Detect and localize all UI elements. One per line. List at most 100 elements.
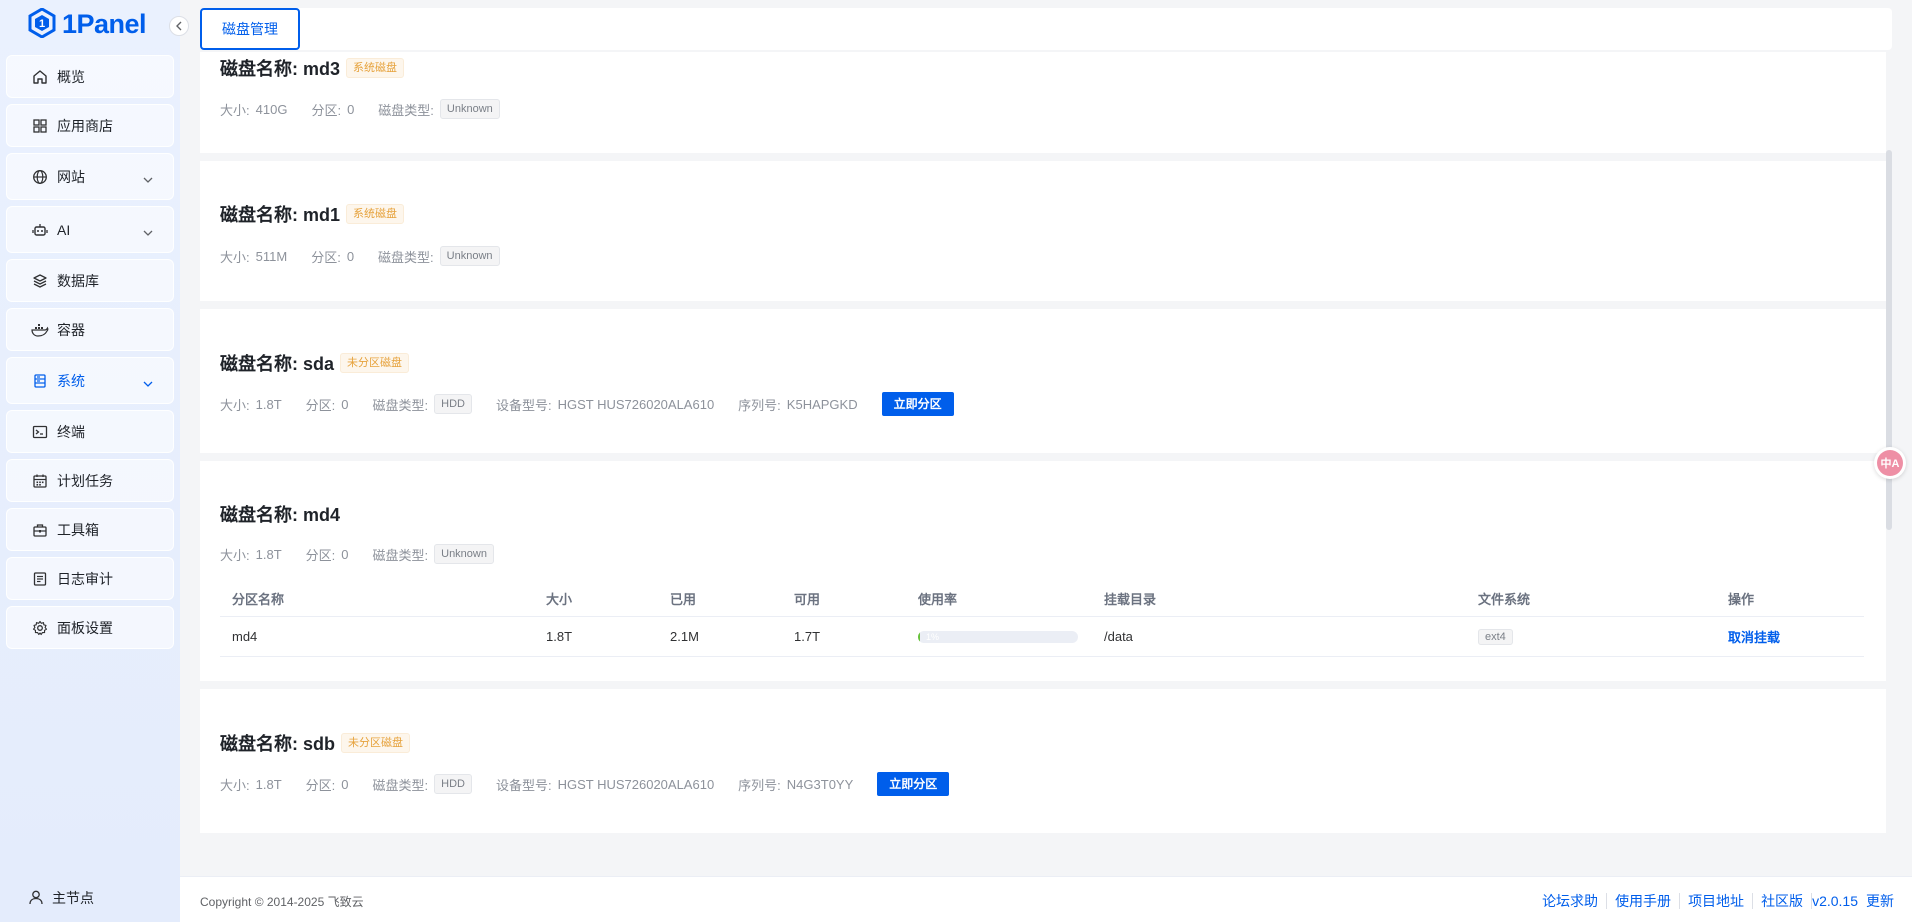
- disk-info: 大小: 511M 分区: 0 磁盘类型: Unknown: [220, 246, 524, 266]
- column-header: 大小: [546, 592, 573, 607]
- calendar-icon: [31, 472, 49, 490]
- sidebar-item-label: 概览: [57, 68, 85, 85]
- disk-title-text: 磁盘名称: md3: [220, 59, 341, 79]
- unpartitioned-disk-badge: 未分区磁盘: [340, 353, 410, 373]
- translate-button[interactable]: 中A: [1874, 447, 1906, 479]
- disk-title: 磁盘名称: md4: [220, 501, 340, 527]
- column-header: 可用: [794, 592, 821, 607]
- layers-icon: [31, 272, 49, 290]
- home-icon: [31, 68, 49, 86]
- sidebar-menu: 概览 应用商店 网站 AI 数据库 容器 系统 终端 计划任务 工具箱 日志审计…: [6, 55, 174, 655]
- collapse-sidebar-button[interactable]: [169, 16, 189, 36]
- disk-type-tag: Unknown: [434, 544, 494, 564]
- disk-info: 大小: 410G 分区: 0 磁盘类型: Unknown: [220, 99, 524, 119]
- disk-type-tag: HDD: [434, 774, 472, 794]
- node-switcher[interactable]: 主节点: [28, 888, 94, 908]
- size-label: 大小:: [220, 102, 250, 118]
- docker-icon: [31, 321, 49, 339]
- gear-icon: [31, 619, 49, 637]
- sidebar-item-terminal[interactable]: 终端: [6, 410, 174, 453]
- sidebar-item-overview[interactable]: 概览: [6, 55, 174, 98]
- sidebar-item-label: 终端: [57, 423, 85, 440]
- manual-link[interactable]: 使用手册: [1607, 893, 1681, 909]
- usage-progress-bar: 1%: [918, 630, 1078, 643]
- sidebar-item-system[interactable]: 系统: [6, 357, 174, 404]
- partition-label: 分区:: [305, 547, 336, 563]
- sidebar-item-label: 计划任务: [57, 472, 113, 489]
- sidebar-item-label: 系统: [57, 372, 85, 389]
- disk-title-text: 磁盘名称: md1: [220, 205, 341, 225]
- forum-link[interactable]: 论坛求助: [1534, 893, 1608, 909]
- disk-title: 磁盘名称: sdb 未分区磁盘: [220, 730, 410, 756]
- sidebar-item-label: 工具箱: [57, 521, 99, 538]
- logo[interactable]: 1 1Panel: [28, 6, 147, 40]
- filesystem-tag: ext4: [1478, 629, 1513, 645]
- column-header: 文件系统: [1478, 592, 1531, 607]
- sidebar-item-toolbox[interactable]: 工具箱: [6, 508, 174, 551]
- sidebar-item-log-audit[interactable]: 日志审计: [6, 557, 174, 600]
- partition-value: 0: [346, 248, 355, 264]
- partition-value: 0: [341, 546, 349, 562]
- disk-info: 大小: 1.8T 分区: 0 磁盘类型: HDD 设备型号: HGST HUS72602…: [220, 392, 954, 416]
- sidebar-item-label: 网站: [57, 168, 85, 185]
- footer: Copyright © 2014-2025 飞致云 论坛求助 使用手册 项目地址…: [180, 876, 1912, 922]
- sidebar-item-container[interactable]: 容器: [6, 308, 174, 351]
- sidebar-item-app-store[interactable]: 应用商店: [6, 104, 174, 147]
- partition-value: 0: [341, 776, 349, 792]
- partition-name: md4: [232, 629, 258, 644]
- size-value: 1.8T: [255, 396, 282, 412]
- sidebar-item-website[interactable]: 网站: [6, 153, 174, 200]
- partition-now-button[interactable]: 立即分区: [877, 772, 950, 796]
- update-link[interactable]: 更新: [1866, 891, 1894, 911]
- sidebar-item-ai[interactable]: AI: [6, 206, 174, 253]
- disk-type-label: 磁盘类型:: [378, 249, 434, 265]
- sidebar-item-label: 日志审计: [57, 570, 113, 587]
- disk-title-text: 磁盘名称: sda: [220, 354, 335, 374]
- model-value: HGST HUS726020ALA610: [557, 396, 715, 412]
- sidebar-item-label: 数据库: [57, 272, 99, 289]
- serial-value: N4G3T0YY: [786, 776, 854, 792]
- version-link[interactable]: v2.0.15: [1812, 893, 1858, 909]
- translate-icon: 中A: [1877, 450, 1903, 476]
- disk-type-label: 磁盘类型:: [378, 102, 434, 118]
- terminal-icon: [31, 423, 49, 441]
- sidebar-item-database[interactable]: 数据库: [6, 259, 174, 302]
- column-header: 挂载目录: [1104, 592, 1157, 607]
- disk-title-text: 磁盘名称: sdb: [220, 734, 335, 754]
- disk-info: 大小: 1.8T 分区: 0 磁盘类型: HDD 设备型号: HGST HUS72602…: [220, 772, 950, 796]
- log-icon: [31, 570, 49, 588]
- content-scrollbar[interactable]: [1886, 150, 1892, 840]
- node-label: 主节点: [52, 890, 94, 906]
- grid-icon: [31, 117, 49, 135]
- disk-title: 磁盘名称: md1 系统磁盘: [220, 201, 405, 227]
- partition-label: 分区:: [305, 397, 336, 413]
- disk-type-tag: Unknown: [439, 99, 500, 119]
- partition-available: 1.7T: [794, 629, 821, 644]
- disk-title: 磁盘名称: md3 系统磁盘: [220, 55, 405, 81]
- partition-table: 分区名称 大小 已用 可用 使用率 挂载目录 文件系统 操作 md4 1.8T …: [220, 581, 1864, 657]
- size-label: 大小:: [220, 397, 250, 413]
- sidebar-item-panel-settings[interactable]: 面板设置: [6, 606, 174, 649]
- edition-link[interactable]: 社区版: [1753, 893, 1813, 909]
- user-icon: [28, 889, 44, 908]
- model-label: 设备型号:: [495, 777, 552, 793]
- robot-icon: [31, 221, 49, 239]
- action-cell: 取消挂载: [1716, 627, 1864, 646]
- disk-card-md1: 磁盘名称: md1 系统磁盘 大小: 511M 分区: 0 磁盘类型: Unknown: [200, 161, 1886, 301]
- globe-icon: [31, 168, 49, 186]
- sidebar-item-cron[interactable]: 计划任务: [6, 459, 174, 502]
- server-icon: [31, 372, 49, 390]
- sidebar: 1 1Panel 概览 应用商店 网站 AI 数据库 容器 系统 终端 计划任务…: [0, 0, 189, 922]
- mount-path: /data: [1104, 629, 1133, 644]
- tab-disk-management[interactable]: 磁盘管理: [200, 8, 300, 50]
- size-value: 410G: [255, 101, 288, 117]
- copyright: Copyright © 2014-2025 飞致云: [200, 895, 364, 909]
- partition-now-button[interactable]: 立即分区: [881, 392, 954, 416]
- partition-size: 1.8T: [546, 629, 573, 644]
- project-link[interactable]: 项目地址: [1680, 893, 1754, 909]
- column-header: 使用率: [918, 592, 958, 607]
- disk-card-md3: 磁盘名称: md3 系统磁盘 大小: 410G 分区: 0 磁盘类型: Unknown: [200, 52, 1886, 153]
- filesystem-cell: ext4: [1466, 628, 1716, 645]
- unmount-link[interactable]: 取消挂载: [1728, 630, 1780, 645]
- size-value: 511M: [255, 248, 288, 264]
